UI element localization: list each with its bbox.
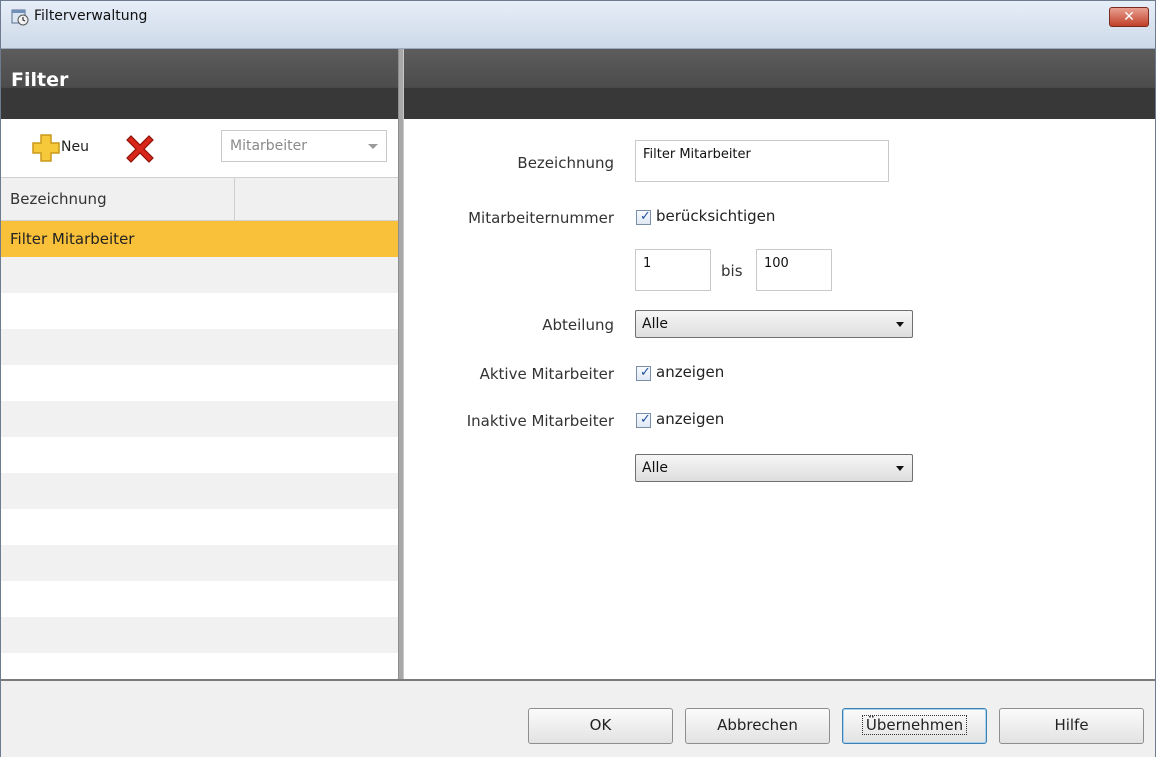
inaktive-select-value: Alle: [642, 460, 668, 476]
inaktive-label: Inaktive Mitarbeiter: [466, 412, 614, 430]
mitarbeiternummer-check-label[interactable]: berücksichtigen: [656, 207, 775, 225]
inaktive-select[interactable]: Alle: [635, 454, 913, 482]
mitarbeiternummer-checkbox[interactable]: ✓: [636, 209, 651, 225]
empty-row: [1, 257, 398, 293]
delete-x-icon[interactable]: [123, 132, 157, 166]
entity-type-combo[interactable]: Mitarbeiter: [221, 130, 387, 162]
cancel-button[interactable]: Abbrechen: [685, 708, 830, 744]
inaktive-checkbox[interactable]: ✓: [636, 412, 651, 428]
list-item[interactable]: Filter Mitarbeiter: [1, 221, 398, 257]
filter-app-icon: [11, 9, 29, 26]
panel-title: Filter: [11, 69, 69, 91]
ok-button[interactable]: OK: [528, 708, 673, 744]
close-button[interactable]: ✕: [1109, 7, 1149, 27]
empty-row: [1, 437, 398, 473]
aktive-checkbox[interactable]: ✓: [636, 365, 651, 381]
chevron-down-icon: [368, 144, 378, 149]
check-icon: ✓: [640, 365, 651, 380]
grid-header: Bezeichnung: [1, 177, 398, 221]
check-icon: ✓: [640, 412, 651, 427]
help-button[interactable]: Hilfe: [999, 708, 1144, 744]
abteilung-label: Abteilung: [542, 316, 614, 334]
right-header: [404, 49, 1155, 119]
filter-list-pane: Neu Mitarbeiter Bezeichnung Filter Mitar…: [1, 119, 398, 679]
aktive-label: Aktive Mitarbeiter: [479, 365, 614, 383]
mitarbeiternummer-from-field[interactable]: 1: [635, 249, 711, 291]
filter-grid: Filter Mitarbeiter: [1, 221, 398, 679]
left-header: Filter: [1, 49, 398, 119]
apply-button[interactable]: Übernehmen: [842, 708, 987, 744]
close-icon: ✕: [1123, 9, 1135, 25]
empty-row: [1, 293, 398, 329]
new-button-label[interactable]: Neu: [61, 139, 89, 155]
apply-button-label: Übernehmen: [861, 715, 968, 735]
to-value: 100: [764, 256, 789, 271]
empty-row: [1, 545, 398, 581]
bis-label: bis: [721, 262, 743, 280]
filter-detail-form: Bezeichnung Filter Mitarbeiter Mitarbeit…: [404, 119, 1155, 679]
empty-row: [1, 581, 398, 617]
aktive-check-label[interactable]: anzeigen: [656, 363, 724, 381]
list-toolbar: Neu Mitarbeiter: [1, 119, 398, 177]
mitarbeiternummer-to-field[interactable]: 100: [756, 249, 832, 291]
dialog-footer: OK Abbrechen Übernehmen Hilfe: [1, 679, 1155, 757]
filter-dialog: Filterverwaltung ✕ Filter Neu Mitarbeite…: [0, 0, 1156, 757]
inaktive-check-label[interactable]: anzeigen: [656, 410, 724, 428]
column-header-bezeichnung[interactable]: Bezeichnung: [1, 178, 235, 220]
bezeichnung-label: Bezeichnung: [517, 154, 614, 172]
entity-type-value: Mitarbeiter: [230, 138, 308, 154]
empty-row: [1, 617, 398, 653]
empty-row: [1, 509, 398, 545]
abteilung-value: Alle: [642, 316, 668, 332]
plus-icon[interactable]: [31, 133, 61, 163]
bezeichnung-field[interactable]: Filter Mitarbeiter: [635, 140, 889, 182]
chevron-down-icon: [896, 466, 904, 471]
empty-row: [1, 365, 398, 401]
from-value: 1: [643, 256, 652, 271]
check-icon: ✓: [640, 209, 651, 224]
title-bar: Filterverwaltung ✕: [1, 1, 1155, 49]
empty-row: [1, 473, 398, 509]
mitarbeiternummer-label: Mitarbeiternummer: [468, 209, 614, 227]
chevron-down-icon: [896, 322, 904, 327]
empty-row: [1, 329, 398, 365]
empty-row: [1, 401, 398, 437]
abteilung-select[interactable]: Alle: [635, 310, 913, 338]
bezeichnung-value: Filter Mitarbeiter: [643, 147, 751, 162]
window-title: Filterverwaltung: [34, 8, 148, 24]
